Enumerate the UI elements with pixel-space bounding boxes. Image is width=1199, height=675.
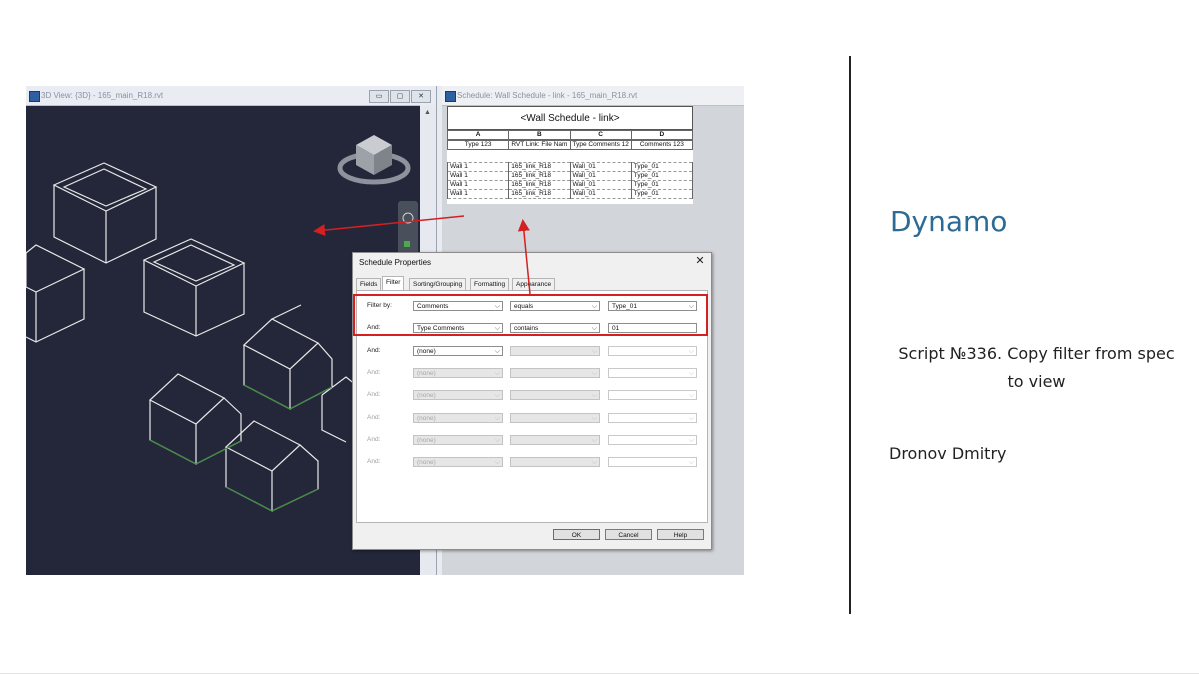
script-caption: Script №336. Copy filter from spec to vi… bbox=[874, 340, 1199, 396]
arrow-to-view bbox=[313, 215, 465, 237]
brand-title: Dynamo bbox=[890, 205, 1008, 238]
script-line-2: to view bbox=[1007, 372, 1066, 391]
vertical-divider bbox=[849, 56, 851, 614]
author-name: Dronov Dmitry bbox=[889, 444, 1007, 463]
bottom-rule bbox=[0, 673, 1199, 674]
arrow-to-schedule bbox=[517, 219, 531, 295]
annotation-arrows bbox=[313, 215, 531, 295]
screenshot-composite: 3D View: {3D} - 165_main_R18.rvt ▭ ▢ ✕ ▲… bbox=[26, 86, 744, 575]
script-line-1: Script №336. Copy filter from spec bbox=[898, 344, 1175, 363]
